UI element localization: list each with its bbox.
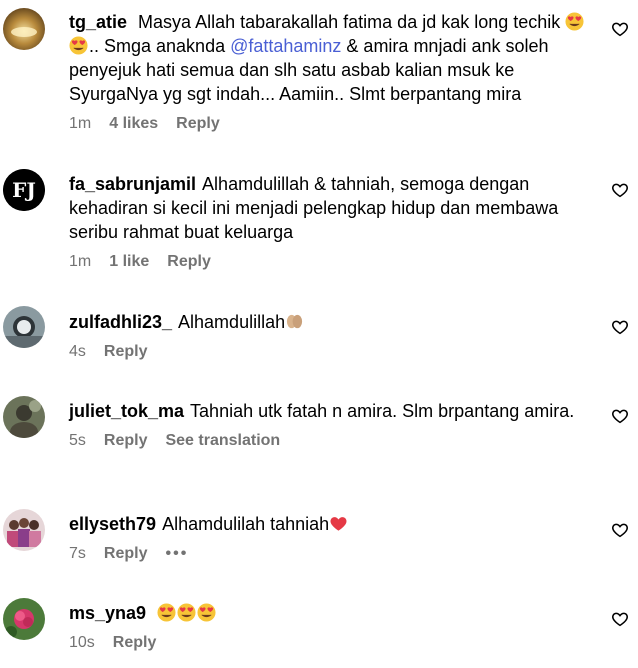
username[interactable]: fa_sabrunjamil (69, 174, 196, 194)
comment-text: ms_yna9 (69, 601, 599, 625)
comment-text: fa_sabrunjamil Alhamdulillah & tahniah, s… (69, 172, 599, 244)
timestamp: 1m (69, 253, 92, 270)
reply-button[interactable]: Reply (176, 115, 220, 133)
timestamp: 1m (69, 115, 92, 132)
reply-button[interactable]: Reply (104, 432, 148, 450)
red-heart-icon (330, 517, 347, 531)
comment-body: Alhamdulilah tahniah (162, 514, 330, 534)
heart-outline-icon[interactable] (611, 181, 629, 199)
avatar[interactable] (3, 598, 45, 640)
timestamp: 5s (69, 432, 86, 449)
heart-eyes-emoji-icon (197, 603, 216, 622)
avatar[interactable] (3, 8, 45, 50)
heart-eyes-emoji-icon (565, 12, 584, 31)
username[interactable]: ms_yna9 (69, 603, 146, 623)
comment-text: tg_atie Masya Allah tabarakallah fatima … (69, 10, 599, 106)
mention-link[interactable]: @fattahaminz (230, 36, 341, 56)
folded-hands-icon (286, 314, 303, 329)
more-options-icon[interactable]: ••• (165, 545, 188, 563)
comment-body: Masya Allah tabarakallah fatima da jd ka… (138, 12, 566, 32)
avatar[interactable] (3, 509, 45, 551)
heart-outline-icon[interactable] (611, 318, 629, 336)
comment-text: juliet_tok_ma Tahniah utk fatah n amira. … (69, 399, 599, 423)
comment-meta: 10s Reply (69, 634, 599, 652)
avatar-initials: FJ (12, 178, 36, 202)
heart-eyes-emoji-icon (69, 36, 88, 55)
avatar[interactable]: FJ (3, 169, 45, 211)
username[interactable]: zulfadhli23_ (69, 312, 172, 332)
comment-meta: 1m 1 like Reply (69, 253, 599, 271)
reply-button[interactable]: Reply (113, 634, 157, 652)
username[interactable]: juliet_tok_ma (69, 401, 184, 421)
timestamp: 7s (69, 545, 86, 562)
reply-button[interactable]: Reply (104, 545, 148, 563)
heart-eyes-emoji-icon (177, 603, 196, 622)
avatar[interactable] (3, 396, 45, 438)
heart-eyes-emoji-icon (157, 603, 176, 622)
reply-button[interactable]: Reply (167, 253, 211, 271)
avatar[interactable] (3, 306, 45, 348)
comment-text: ellyseth79 Alhamdulilah tahniah (69, 512, 599, 536)
heart-outline-icon[interactable] (611, 20, 629, 38)
comment-text: zulfadhli23_ Alhamdulillah (69, 310, 599, 334)
reply-button[interactable]: Reply (104, 343, 148, 361)
comment-body: Alhamdulillah (178, 312, 286, 332)
comment-meta: 1m 4 likes Reply (69, 115, 599, 133)
username[interactable]: ellyseth79 (69, 514, 156, 534)
likes-count[interactable]: 1 like (109, 253, 149, 271)
comment-meta: 7s Reply ••• (69, 545, 599, 563)
likes-count[interactable]: 4 likes (109, 115, 158, 133)
username[interactable]: tg_atie (69, 12, 127, 32)
heart-outline-icon[interactable] (611, 610, 629, 628)
heart-outline-icon[interactable] (611, 521, 629, 539)
comment-body: .. Smga anaknda (89, 36, 231, 56)
timestamp: 10s (69, 634, 95, 651)
comment-meta: 4s Reply (69, 343, 599, 361)
comment-body: Tahniah utk fatah n amira. Slm brpantang… (190, 401, 575, 421)
comment-meta: 5s Reply See translation (69, 432, 599, 450)
heart-outline-icon[interactable] (611, 407, 629, 425)
see-translation-link[interactable]: See translation (165, 432, 280, 450)
timestamp: 4s (69, 343, 86, 360)
